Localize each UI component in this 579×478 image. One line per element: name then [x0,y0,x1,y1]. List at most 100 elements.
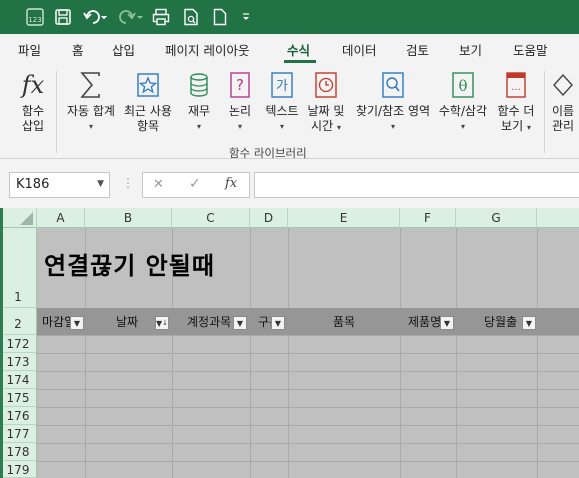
row-header[interactable]: 177 [0,425,36,443]
svg-text:가: 가 [276,79,288,94]
coins-icon [188,69,210,101]
formula-buttons: ✕ ✓ fx [142,172,250,198]
filter-dropdown-icon[interactable]: ▼ [440,316,454,330]
gridline [37,335,579,336]
new-file-icon[interactable] [210,5,230,29]
header-cell-account[interactable]: 계정과목 [187,313,231,330]
gridline [37,371,579,372]
print-preview-icon[interactable] [150,5,172,29]
dropdown-arrow-icon: ▾ [88,122,93,131]
financial-button[interactable]: 재무 ▾ [181,69,217,134]
header-cell-item[interactable]: 품목 [333,313,355,330]
column-header-a[interactable]: A [37,208,85,228]
svg-text:?: ? [236,76,244,94]
gridline [37,443,579,444]
formula-input[interactable] [254,172,579,198]
theta-icon: θ [451,69,475,101]
window-edge [0,208,3,478]
redo-icon[interactable] [116,5,146,29]
tab-page-layout[interactable]: 페이지 레이아웃 [165,40,249,59]
name-box-dropdown-icon[interactable]: ▼ [97,179,104,189]
enter-icon[interactable]: ✓ [189,176,201,192]
column-header-h[interactable] [537,208,579,228]
insert-function-button[interactable]: fx 함수 삽입 [14,69,52,134]
sort-filter-icon[interactable]: ▼ ↓ [155,316,169,330]
row-header[interactable]: 173 [0,353,36,371]
tab-view[interactable]: 보기 [459,40,482,59]
tab-file[interactable]: 파일 [18,40,41,59]
fx-icon: fx [21,70,45,99]
row-header[interactable]: 175 [0,389,36,407]
document-icon[interactable] [180,5,202,29]
tab-formulas[interactable]: 수식 [287,40,310,59]
save-icon[interactable] [51,5,75,29]
gridline [37,389,579,390]
select-all-button[interactable] [0,208,37,228]
clock-icon [314,69,338,101]
gridline [37,461,579,462]
autosum-button[interactable]: 자동 합계 ▾ [63,69,119,134]
svg-text:123: 123 [28,16,41,24]
row-header[interactable]: 178 [0,443,36,461]
text-ga-icon: 가 [270,69,294,101]
column-header-g[interactable]: G [456,208,537,228]
sigma-icon [79,69,103,101]
magnifier-icon [381,69,405,101]
dropdown-arrow-icon: ▾ [336,123,341,132]
group-separator [544,71,545,153]
row-header-1[interactable]: 1 [0,228,36,308]
header-cell-date[interactable]: 날짜 [116,313,138,330]
worksheet-grid[interactable]: A B C D E F G 마감일 ▼ 날짜 ▼ ↓ 계정과목 ▼ 구 ▼ 품목… [0,208,579,478]
logical-button[interactable]: ? 논리 ▾ [223,69,257,134]
row-header[interactable]: 179 [0,461,36,478]
name-box[interactable]: K186 ▼ [9,172,110,198]
customize-qat-icon[interactable] [238,5,254,29]
dropdown-arrow-icon: ▾ [526,123,531,132]
cancel-icon[interactable]: ✕ [153,177,164,192]
filter-dropdown-icon[interactable]: ▼ [233,316,247,330]
tab-data[interactable]: 데이터 [342,40,377,59]
dropdown-arrow-icon: ▾ [390,122,395,131]
formula-bar-grip-icon[interactable]: ⋮ [122,176,134,190]
formula-bar: K186 ▼ ⋮ ✕ ✓ fx [0,160,579,208]
text-functions-button[interactable]: 가 텍스트 ▾ [261,69,303,134]
row-header[interactable]: 172 [0,335,36,353]
svg-text:θ: θ [458,77,467,95]
more-functions-button[interactable]: ... 함수 더 보기 ▾ [494,69,538,135]
filter-dropdown-icon[interactable]: ▼ [522,316,536,330]
tab-help[interactable]: 도움말 [513,40,548,59]
math-trig-button[interactable]: θ 수학/삼각 ▾ [432,69,494,134]
date-time-button[interactable]: 날짜 및 시간 ▾ [303,69,349,135]
name-manager-button[interactable]: 이름 관리 [552,69,579,134]
row-header-2[interactable]: 2 [0,308,36,335]
column-header-c[interactable]: C [172,208,250,228]
tab-review[interactable]: 검토 [406,40,429,59]
filter-dropdown-icon[interactable]: ▼ [70,316,84,330]
column-header-f[interactable]: F [400,208,456,228]
header-cell-monthly[interactable]: 당월출 [484,313,522,330]
insert-function-icon[interactable]: fx [225,176,237,191]
tab-insert[interactable]: 삽입 [112,40,135,59]
column-header-e[interactable]: E [288,208,400,228]
excel-window: 123 파일 홈 삽입 페이지 레이아웃 수식 데이터 검토 보기 도움말 fx… [0,0,579,478]
lookup-reference-button[interactable]: 찾기/참조 영역 ▾ [356,69,430,134]
autosave-icon[interactable]: 123 [22,5,48,29]
ribbon-tabs: 파일 홈 삽입 페이지 레이아웃 수식 데이터 검토 보기 도움말 [0,34,579,63]
header-cell-category[interactable]: 구분 [258,313,272,330]
row-header[interactable]: 174 [0,371,36,389]
row-header[interactable]: 176 [0,407,36,425]
recently-used-button[interactable]: 최근 사용 항목 [121,69,175,134]
ribbon-formulas: fx 함수 삽입 자동 합계 ▾ 최근 사용 항목 재무 ▾ ? 논리 ▾ 가 … [0,63,579,160]
area-label[interactable]: 영역 [408,104,430,118]
sheet-title[interactable]: 연결끊기 안될때 [44,246,215,281]
question-icon: ? [229,69,251,101]
row-headers: 1 2 172 173 174 175 176 177 178 179 [0,228,37,478]
column-header-b[interactable]: B [85,208,172,228]
column-header-d[interactable]: D [250,208,288,228]
tab-home[interactable]: 홈 [72,40,84,59]
filter-dropdown-icon[interactable]: ▼ [271,316,285,330]
undo-icon[interactable] [80,5,110,29]
header-cell-product[interactable]: 제품명 [408,313,440,330]
group-separator [56,71,57,153]
dropdown-arrow-icon: ▾ [237,122,242,131]
